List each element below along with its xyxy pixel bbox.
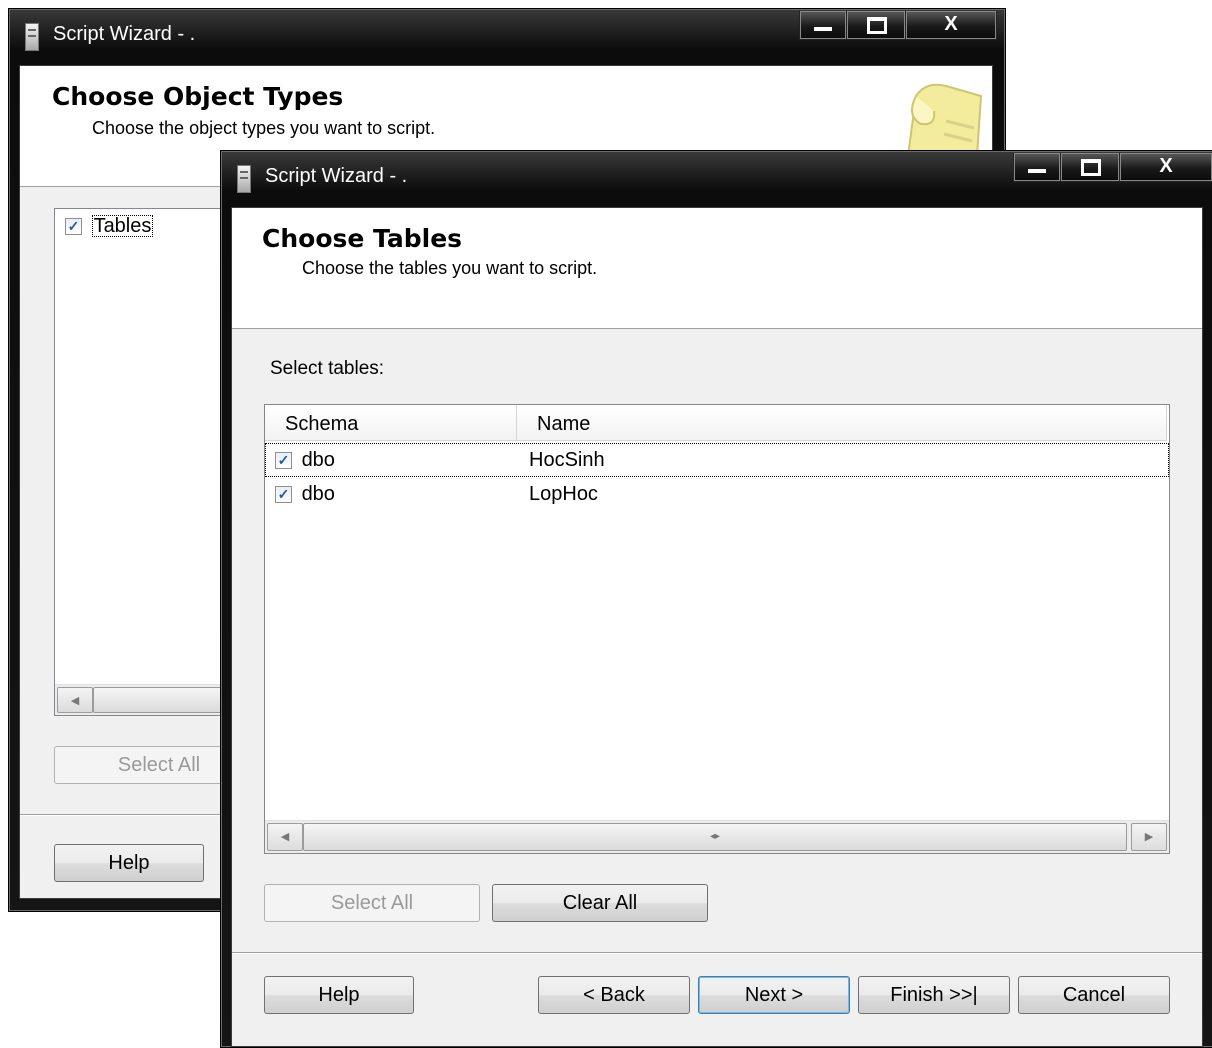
- script-icon: [237, 165, 251, 193]
- clear-all-button[interactable]: Clear All: [492, 884, 708, 922]
- front-window: Script Wizard - . X Choose Tables Choose…: [220, 150, 1212, 1048]
- tables-checkbox[interactable]: ✓: [65, 218, 82, 236]
- next-button[interactable]: Next >: [698, 976, 850, 1014]
- scroll-thumb[interactable]: [93, 687, 235, 713]
- column-header-name[interactable]: Name: [517, 405, 1167, 441]
- row-checkbox[interactable]: ✓: [275, 452, 292, 470]
- back-titlebar[interactable]: Script Wizard - . X: [9, 9, 1005, 61]
- front-client: Choose Tables Choose the tables you want…: [231, 207, 1203, 1047]
- front-separator: [232, 952, 1202, 954]
- scroll-left-icon[interactable]: ◀: [57, 687, 93, 713]
- scroll-left-icon[interactable]: ◀: [267, 823, 303, 851]
- object-types-list[interactable]: ✓ Tables ◀: [54, 208, 236, 716]
- scroll-right-icon[interactable]: ▶: [1131, 823, 1167, 851]
- column-header-schema[interactable]: Schema: [265, 405, 517, 441]
- front-header-subtitle: Choose the tables you want to script.: [302, 258, 598, 278]
- select-tables-label: Select tables:: [270, 358, 385, 379]
- tables-label: Tables: [91, 215, 154, 237]
- row-checkbox[interactable]: ✓: [275, 486, 292, 504]
- row-schema: dbo: [301, 449, 335, 471]
- row-schema: dbo: [301, 483, 335, 505]
- row-checkbox-cell: ✓ dbo: [275, 477, 335, 511]
- front-hscrollbar[interactable]: ◀ ◂▸ ▶: [265, 820, 1169, 853]
- front-header-title: Choose Tables: [262, 224, 463, 253]
- minimize-icon[interactable]: [799, 11, 847, 40]
- table-row[interactable]: ✓ dbo LopHoc: [265, 477, 1169, 511]
- back-hscrollbar[interactable]: ◀: [55, 684, 235, 715]
- row-name: HocSinh: [529, 449, 605, 471]
- back-window-title: Script Wizard - .: [53, 23, 196, 45]
- row-checkbox-cell: ✓ dbo: [275, 443, 335, 477]
- back-header-title: Choose Object Types: [52, 82, 344, 111]
- maximize-icon[interactable]: [1060, 153, 1120, 182]
- help-button[interactable]: Help: [264, 976, 414, 1014]
- front-header: Choose Tables Choose the tables you want…: [232, 208, 1202, 329]
- row-name: LopHoc: [529, 483, 598, 505]
- back-help-button[interactable]: Help: [54, 844, 204, 882]
- finish-button[interactable]: Finish >>|: [858, 976, 1010, 1014]
- list-item-tables[interactable]: ✓ Tables: [65, 215, 154, 243]
- back-header-subtitle: Choose the object types you want to scri…: [92, 118, 436, 138]
- table-row[interactable]: ✓ dbo HocSinh: [265, 443, 1169, 477]
- scroll-thumb[interactable]: ◂▸: [303, 823, 1127, 851]
- close-icon[interactable]: X: [1119, 153, 1212, 182]
- select-all-button[interactable]: Select All: [264, 884, 480, 922]
- script-icon: [25, 23, 39, 51]
- front-titlebar[interactable]: Script Wizard - . X: [221, 151, 1212, 203]
- cancel-button[interactable]: Cancel: [1018, 976, 1170, 1014]
- maximize-icon[interactable]: [846, 11, 906, 40]
- tables-listview[interactable]: Schema Name ✓ dbo HocSinh ✓ dbo LopHoc ◀…: [264, 404, 1170, 854]
- close-icon[interactable]: X: [905, 11, 997, 40]
- minimize-icon[interactable]: [1013, 153, 1061, 182]
- back-button[interactable]: < Back: [538, 976, 690, 1014]
- front-window-title: Script Wizard - .: [265, 165, 408, 187]
